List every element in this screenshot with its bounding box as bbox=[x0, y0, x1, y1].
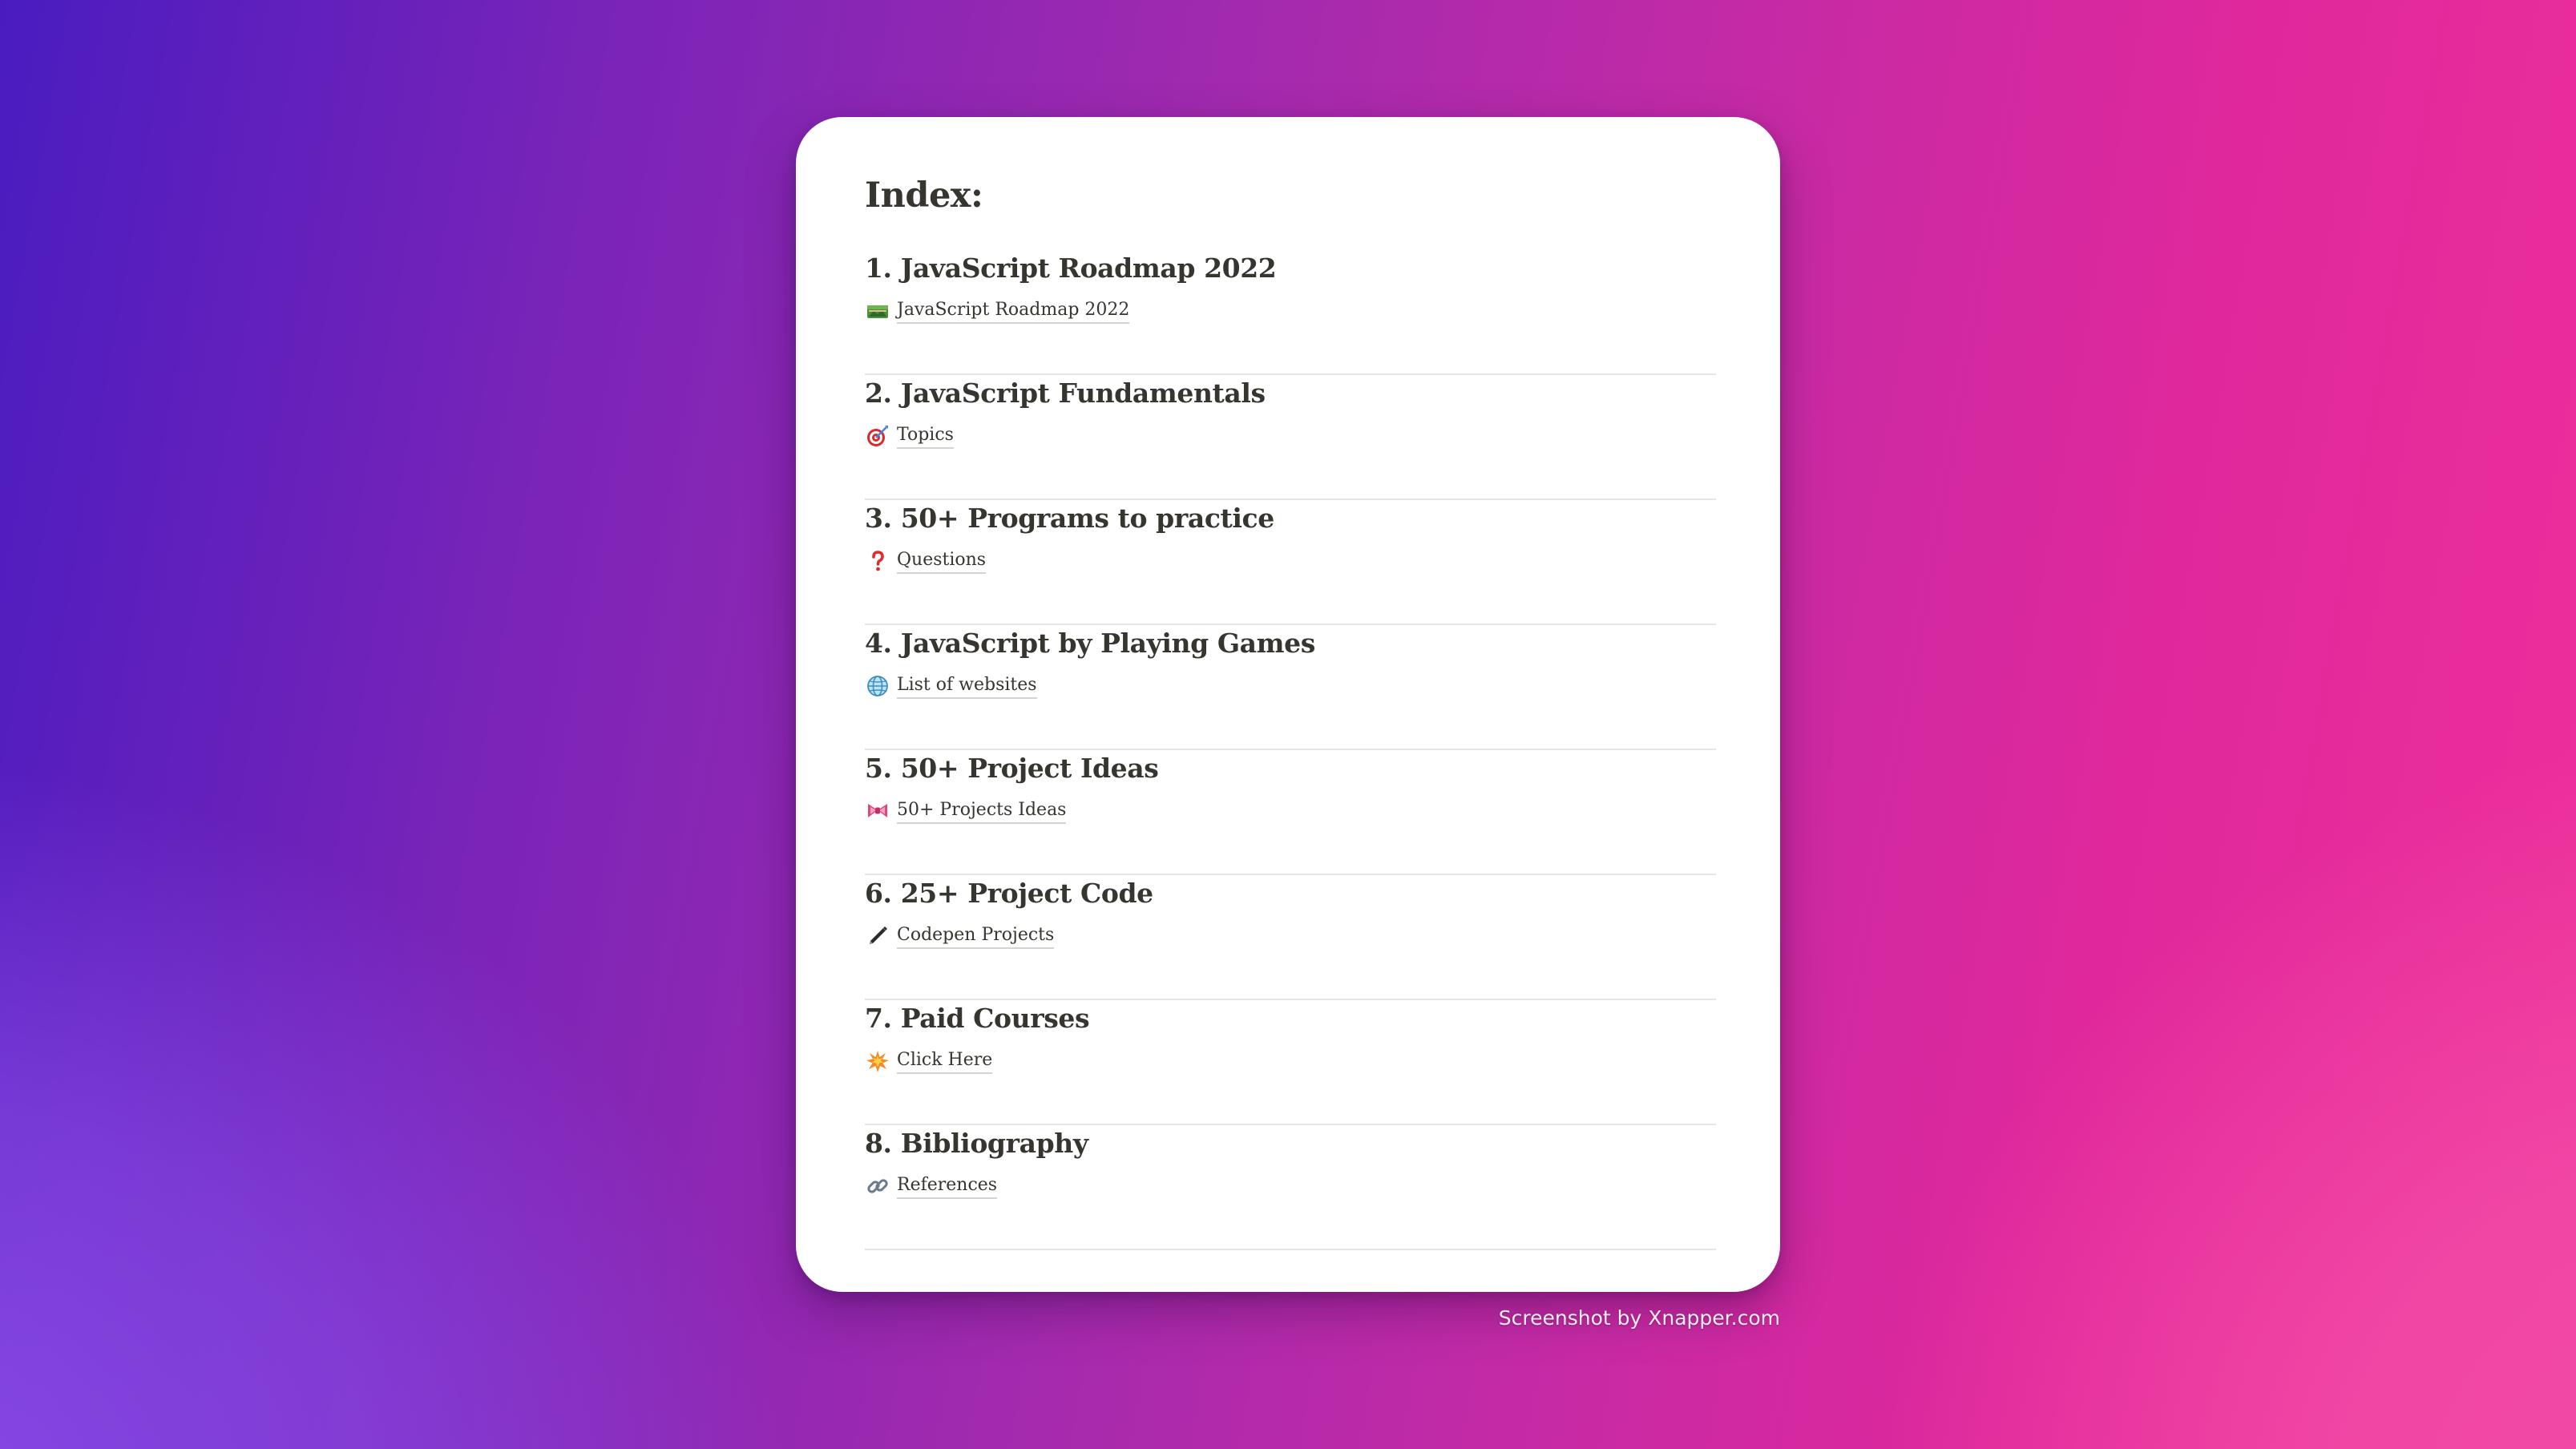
roadmap-page-link[interactable]: JavaScript Roadmap 2022 bbox=[865, 297, 1130, 325]
link-label: Questions bbox=[897, 548, 987, 574]
screenshot-watermark: Screenshot by Xnapper.com bbox=[1498, 1306, 1780, 1330]
section-heading: 6. 25+ Project Code bbox=[865, 878, 1153, 909]
index-section-fundamentals: 2. JavaScript Fundamentals Topics bbox=[865, 375, 1716, 500]
link-icon bbox=[865, 1173, 890, 1199]
topics-page-link[interactable]: Topics bbox=[865, 422, 954, 450]
index-section-paid-courses: 7. Paid Courses Click Here bbox=[865, 1000, 1716, 1125]
paid-courses-page-link[interactable]: Click Here bbox=[865, 1047, 993, 1076]
index-section-project-ideas: 5. 50+ Project Ideas 50+ Projects Ideas bbox=[865, 750, 1716, 875]
section-heading: 5. 50+ Project Ideas bbox=[865, 753, 1159, 784]
references-page-link[interactable]: References bbox=[865, 1172, 998, 1201]
globe-icon bbox=[865, 673, 890, 699]
websites-page-link[interactable]: List of websites bbox=[865, 672, 1037, 700]
target-icon bbox=[865, 423, 890, 449]
link-label: References bbox=[897, 1173, 998, 1199]
link-label: Codepen Projects bbox=[897, 923, 1055, 949]
index-section-roadmap: 1. JavaScript Roadmap 2022 JavaScript Ro… bbox=[865, 250, 1716, 375]
index-section-project-code: 6. 25+ Project Code Codepen Projects bbox=[865, 875, 1716, 1000]
project-ideas-page-link[interactable]: 50+ Projects Ideas bbox=[865, 797, 1067, 825]
question-mark-icon bbox=[865, 548, 890, 574]
link-label: Click Here bbox=[897, 1048, 993, 1074]
section-heading: 2. JavaScript Fundamentals bbox=[865, 377, 1266, 409]
burst-icon bbox=[865, 1048, 890, 1074]
questions-page-link[interactable]: Questions bbox=[865, 547, 987, 575]
index-section-bibliography: 8. Bibliography References bbox=[865, 1125, 1716, 1250]
index-card: Index: 1. JavaScript Roadmap 2022 JavaSc… bbox=[796, 117, 1780, 1292]
section-heading: 1. JavaScript Roadmap 2022 bbox=[865, 252, 1277, 284]
map-icon bbox=[865, 298, 890, 324]
section-heading: 4. JavaScript by Playing Games bbox=[865, 628, 1315, 659]
page-title: Index: bbox=[865, 176, 983, 216]
link-label: Topics bbox=[897, 423, 954, 449]
section-heading: 3. 50+ Programs to practice bbox=[865, 503, 1274, 534]
link-label: List of websites bbox=[897, 673, 1037, 699]
index-list: 1. JavaScript Roadmap 2022 JavaScript Ro… bbox=[865, 250, 1716, 1250]
link-label: JavaScript Roadmap 2022 bbox=[897, 298, 1130, 324]
index-section-programs: 3. 50+ Programs to practice Questions bbox=[865, 500, 1716, 625]
pen-icon bbox=[865, 923, 890, 949]
index-section-games: 4. JavaScript by Playing Games List of w… bbox=[865, 625, 1716, 750]
section-heading: 8. Bibliography bbox=[865, 1128, 1088, 1159]
codepen-page-link[interactable]: Codepen Projects bbox=[865, 922, 1055, 951]
section-heading: 7. Paid Courses bbox=[865, 1003, 1090, 1034]
link-label: 50+ Projects Ideas bbox=[897, 798, 1067, 824]
ribbon-icon bbox=[865, 798, 890, 824]
